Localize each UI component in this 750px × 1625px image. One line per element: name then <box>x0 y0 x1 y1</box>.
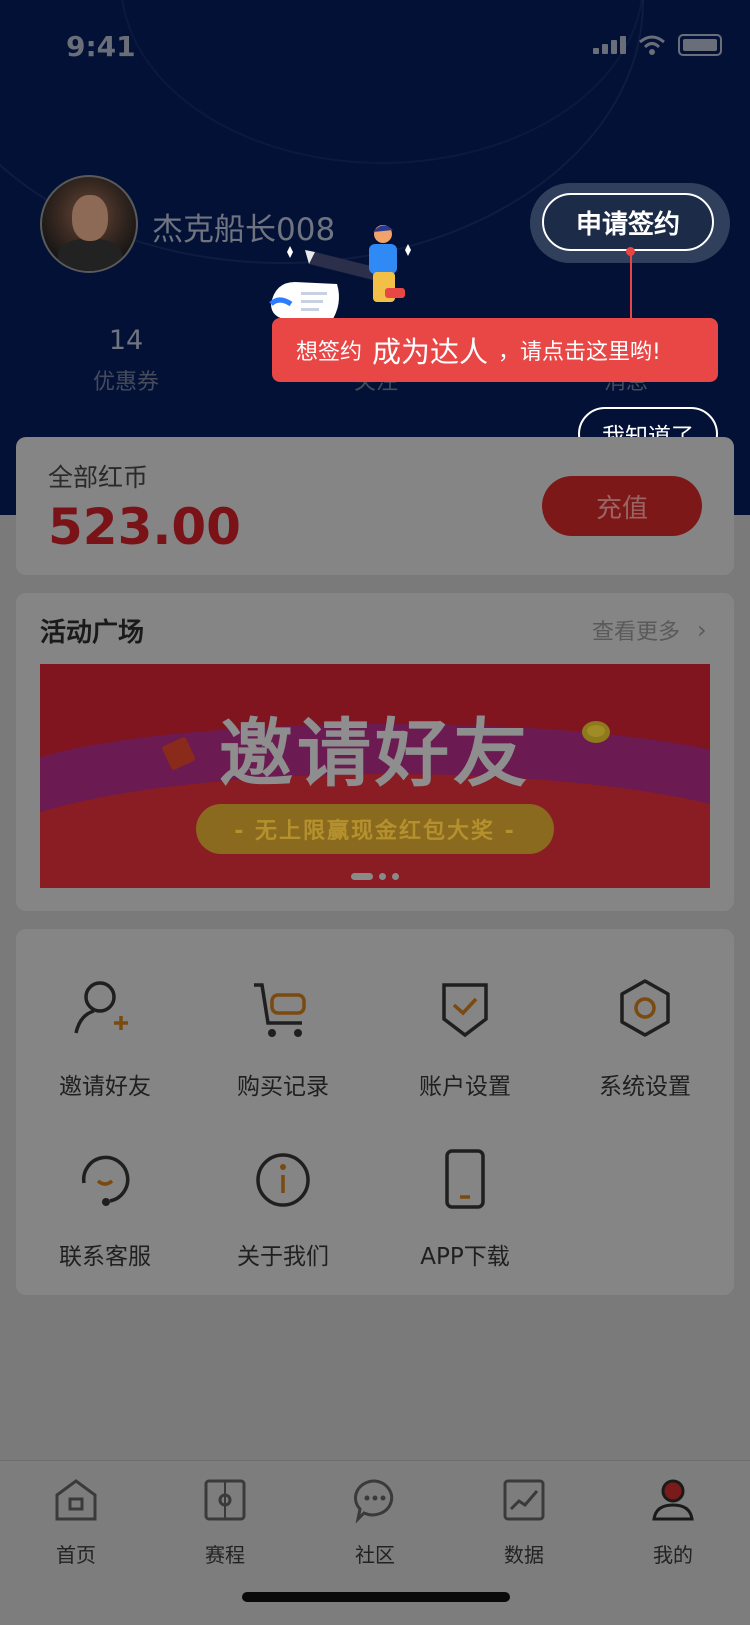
tooltip-prefix: 想签约 <box>296 340 363 365</box>
menu-app-download[interactable]: APP下载 <box>390 1145 540 1271</box>
stat-value: 14 <box>108 325 144 356</box>
menu-purchase-history[interactable]: 购买记录 <box>208 975 358 1101</box>
tooltip-highlight: 成为达人 <box>372 335 489 369</box>
menu-invite-friends[interactable]: 邀请好友 <box>30 975 180 1101</box>
phone-icon <box>445 1149 485 1209</box>
banner-subtitle: - 无上限赢现金红包大奖 - <box>196 804 554 854</box>
menu-system-settings[interactable]: 系统设置 <box>570 975 720 1101</box>
menu-label: 购买记录 <box>237 1074 329 1100</box>
tooltip-comma: ， <box>498 340 521 365</box>
wallet-amount: 523.00 <box>48 498 241 556</box>
gear-icon <box>620 979 670 1037</box>
battery-icon <box>678 34 722 56</box>
signal-icon <box>593 36 626 54</box>
stat-label: 优惠券 <box>92 370 159 395</box>
home-indicator <box>242 1592 510 1602</box>
tab-label: 赛程 <box>205 1543 245 1567</box>
tab-home[interactable]: 首页 <box>26 1475 126 1568</box>
headset-icon <box>81 1155 130 1206</box>
menu-contact-support[interactable]: 联系客服 <box>30 1145 180 1271</box>
schedule-icon <box>204 1479 246 1521</box>
menu-label: 关于我们 <box>237 1244 329 1270</box>
tab-label: 我的 <box>653 1543 693 1567</box>
status-icons <box>593 34 722 56</box>
tooltip-suffix: 请点击这里哟! <box>520 340 661 365</box>
tooltip-connector <box>630 250 632 318</box>
activity-title: 活动广场 <box>40 618 145 648</box>
avatar[interactable] <box>40 175 138 273</box>
see-more-link[interactable]: 查看更多 <box>592 614 680 646</box>
tab-schedule[interactable]: 赛程 <box>175 1475 275 1568</box>
menu-label: 账户设置 <box>419 1074 511 1100</box>
activity-banner[interactable]: 邀请好友 - 无上限赢现金红包大奖 - <box>40 664 710 888</box>
tab-community[interactable]: 社区 <box>325 1475 425 1568</box>
sign-tooltip: 想签约 成为达人 ， 请点击这里哟! <box>272 318 718 382</box>
tab-data[interactable]: 数据 <box>474 1475 574 1568</box>
chat-bubble-icon <box>353 1479 394 1524</box>
invite-friend-icon <box>74 981 128 1034</box>
wifi-icon <box>639 35 665 55</box>
stat-coupons[interactable]: 14 优惠券 <box>66 325 186 396</box>
home-icon <box>55 1479 97 1521</box>
chevron-right-icon[interactable]: › <box>697 616 707 644</box>
tab-mine[interactable]: 我的 <box>623 1475 723 1568</box>
menu-label: APP下载 <box>420 1244 510 1270</box>
info-icon <box>256 1153 310 1207</box>
user-icon <box>652 1479 694 1521</box>
menu-account-settings[interactable]: 账户设置 <box>390 975 540 1101</box>
menu-label: 邀请好友 <box>59 1074 151 1100</box>
menu-about-us[interactable]: 关于我们 <box>208 1145 358 1271</box>
tab-label: 首页 <box>56 1543 96 1567</box>
menu-label: 联系客服 <box>59 1244 151 1270</box>
cart-icon <box>254 983 306 1037</box>
tab-label: 社区 <box>355 1543 395 1567</box>
status-time: 9:41 <box>66 30 136 63</box>
apply-sign-button[interactable]: 申请签约 <box>542 193 714 251</box>
chart-icon <box>503 1479 545 1521</box>
shield-check-icon <box>442 983 488 1038</box>
menu-label: 系统设置 <box>599 1074 691 1100</box>
carousel-dots <box>40 873 710 880</box>
tab-label: 数据 <box>504 1543 544 1567</box>
wallet-title: 全部红币 <box>48 463 149 492</box>
banner-title: 邀请好友 <box>219 711 531 797</box>
recharge-button[interactable]: 充值 <box>542 476 702 536</box>
